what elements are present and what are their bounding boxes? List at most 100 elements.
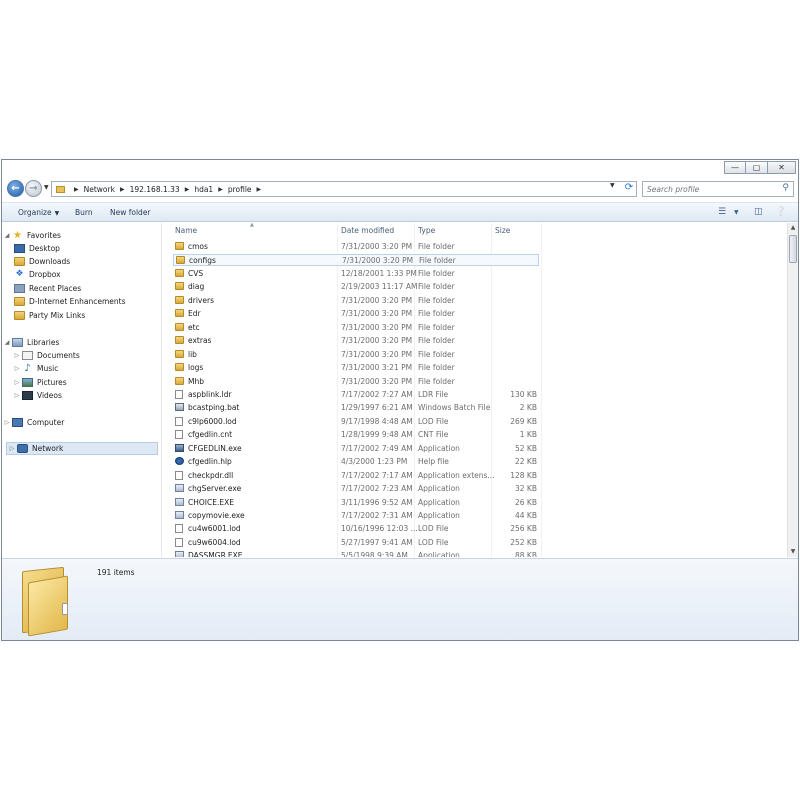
file-date: 3/11/1996 9:52 AM: [341, 497, 413, 507]
burn-button[interactable]: Burn: [75, 208, 93, 217]
maximize-button[interactable]: ▢: [746, 161, 768, 174]
table-row[interactable]: cu9w6004.lod 5/27/1997 9:41 AM LOD File 252…: [173, 537, 539, 549]
breadcrumb-current[interactable]: profile: [228, 185, 252, 194]
sidebar-item-party-mix-links[interactable]: Party Mix Links: [2, 309, 160, 322]
sidebar-item-d-internet-enhancements[interactable]: D-Internet Enhancements: [2, 295, 160, 308]
table-row[interactable]: etc 7/31/2000 3:20 PM File folder: [173, 322, 539, 334]
table-row[interactable]: chgServer.exe 7/17/2002 7:23 AM Applicatio…: [173, 483, 539, 495]
file-date: 7/31/2000 3:20 PM: [341, 242, 413, 251]
chevron-right-icon[interactable]: ▶: [74, 186, 79, 193]
table-row[interactable]: cfgedlin.hlp 4/3/2000 1:23 PM Help file 22 …: [173, 456, 539, 468]
sidebar-item-music[interactable]: ▷ ♪ Music: [2, 362, 160, 375]
column-header-size[interactable]: Size: [495, 226, 510, 235]
file-type: File folder: [418, 336, 455, 346]
forward-button[interactable]: →: [25, 180, 42, 197]
table-row[interactable]: cu4w6001.lod 10/16/1996 12:03 ... LOD File…: [173, 523, 539, 535]
table-row[interactable]: DASSMGR.EXE 5/5/1998 9:39 AM Application 88…: [173, 550, 539, 557]
table-row[interactable]: lib 7/31/2000 3:20 PM File folder: [173, 349, 539, 361]
recent-pages-dropdown[interactable]: ▼: [44, 184, 49, 191]
table-row[interactable]: CFGEDLIN.exe 7/17/2002 7:49 AM Application…: [173, 443, 539, 455]
table-row[interactable]: logs 7/31/2000 3:21 PM File folder: [173, 362, 539, 374]
chevron-right-icon[interactable]: ▶: [257, 186, 262, 193]
breadcrumb-network[interactable]: Network: [84, 185, 115, 194]
table-row[interactable]: CVS 12/18/2001 1:33 PM File folder: [173, 268, 539, 280]
column-divider[interactable]: [541, 223, 542, 557]
sidebar-item-downloads[interactable]: Downloads: [2, 255, 160, 268]
file-date: 7/31/2000 3:20 PM: [341, 309, 413, 319]
table-row[interactable]: copymovie.exe 7/17/2002 7:31 AM Applicatio…: [173, 510, 539, 522]
chevron-right-icon[interactable]: ▶: [120, 186, 125, 193]
sidebar-item-network[interactable]: ▷ Network: [6, 442, 158, 455]
search-box[interactable]: ⚲: [642, 181, 794, 197]
sidebar-item-dropbox[interactable]: ❖ Dropbox: [2, 268, 160, 281]
help-file-icon: [175, 457, 184, 466]
computer-icon: [12, 418, 23, 427]
sidebar-item-recent-places[interactable]: Recent Places: [2, 282, 160, 295]
table-row[interactable]: c9lp6000.lod 9/17/1998 4:48 AM LOD File 269…: [173, 416, 539, 428]
file-type: LOD File: [418, 416, 449, 426]
search-input[interactable]: [647, 184, 777, 194]
expand-icon[interactable]: ▷: [12, 365, 22, 372]
table-row[interactable]: aspblink.ldr 7/17/2002 7:27 AM LDR File 130…: [173, 389, 539, 401]
file-type: Application: [418, 443, 460, 453]
close-button[interactable]: ✕: [768, 161, 796, 174]
application-icon: [175, 511, 184, 519]
view-dropdown-icon[interactable]: ▼: [734, 209, 739, 216]
view-options-icon[interactable]: ☰: [718, 207, 726, 217]
table-row[interactable]: checkpdr.dll 7/17/2002 7:17 AM Application…: [173, 470, 539, 482]
table-row[interactable]: diag 2/19/2003 11:17 AM File folder: [173, 281, 539, 293]
breadcrumb-share[interactable]: hda1: [194, 185, 213, 194]
chevron-right-icon[interactable]: ▶: [185, 186, 190, 193]
address-bar[interactable]: ▶ Network ▶ 192.168.1.33 ▶ hda1 ▶ profil…: [51, 181, 637, 197]
expand-icon[interactable]: ▷: [12, 392, 22, 399]
expand-icon[interactable]: ▷: [12, 352, 22, 359]
column-header-name[interactable]: Name: [175, 226, 197, 235]
file-type: Application: [418, 511, 460, 520]
sidebar-item-desktop[interactable]: Desktop: [2, 242, 160, 255]
pictures-icon: [22, 378, 33, 387]
preview-pane-icon[interactable]: ◫: [754, 207, 763, 217]
search-icon[interactable]: ⚲: [782, 183, 789, 193]
expand-icon[interactable]: ▷: [2, 419, 12, 426]
address-dropdown[interactable]: ▼: [610, 182, 615, 189]
expand-icon[interactable]: ◢: [2, 339, 12, 346]
scroll-thumb[interactable]: [789, 235, 797, 263]
table-row[interactable]: configs 7/31/2000 3:20 PM File folder: [173, 254, 539, 267]
vertical-scrollbar[interactable]: ▲ ▼: [787, 223, 798, 557]
expand-icon[interactable]: ◢: [2, 232, 12, 239]
file-icon: [175, 470, 183, 480]
sidebar-item-pictures[interactable]: ▷ Pictures: [2, 376, 160, 389]
minimize-button[interactable]: —: [724, 161, 746, 174]
table-row[interactable]: cfgedlin.cnt 1/28/1999 9:48 AM CNT File 1 K…: [173, 429, 539, 441]
scroll-down-icon[interactable]: ▼: [788, 547, 798, 557]
file-date: 5/27/1997 9:41 AM: [341, 537, 413, 547]
expand-icon[interactable]: ▷: [7, 445, 17, 452]
table-row[interactable]: cmos 7/31/2000 3:20 PM File folder: [173, 241, 539, 253]
sidebar-item-favorites[interactable]: ◢ ★ Favorites: [2, 229, 160, 242]
back-button[interactable]: ←: [7, 180, 24, 197]
sidebar-item-libraries[interactable]: ◢ Libraries: [2, 336, 160, 349]
column-header-date[interactable]: Date modified: [341, 226, 394, 235]
table-row[interactable]: extras 7/31/2000 3:20 PM File folder: [173, 335, 539, 347]
table-row[interactable]: bcastping.bat 1/29/1997 6:21 AM Windows Ba…: [173, 402, 539, 414]
table-row[interactable]: Edr 7/31/2000 3:20 PM File folder: [173, 308, 539, 320]
sidebar-item-computer[interactable]: ▷ Computer: [2, 416, 160, 429]
new-folder-button[interactable]: New folder: [110, 208, 151, 217]
breadcrumb-host[interactable]: 192.168.1.33: [130, 185, 180, 194]
scroll-up-icon[interactable]: ▲: [788, 223, 798, 233]
column-header-type[interactable]: Type: [418, 226, 435, 235]
chevron-right-icon[interactable]: ▶: [218, 186, 223, 193]
help-icon[interactable]: ❔: [775, 207, 786, 217]
expand-icon[interactable]: ▷: [12, 379, 22, 386]
table-row[interactable]: Mhb 7/31/2000 3:20 PM File folder: [173, 376, 539, 388]
sidebar-item-documents[interactable]: ▷ Documents: [2, 349, 160, 362]
large-folder-icon: [22, 565, 68, 637]
sidebar-item-label: Downloads: [29, 257, 71, 266]
organize-button[interactable]: Organize ▼: [18, 208, 59, 217]
table-row[interactable]: CHOICE.EXE 3/11/1996 9:52 AM Application 26…: [173, 497, 539, 509]
table-row[interactable]: drivers 7/31/2000 3:20 PM File folder: [173, 295, 539, 307]
folder-icon: [14, 297, 25, 306]
folder-icon: [14, 311, 25, 320]
sidebar-item-videos[interactable]: ▷ Videos: [2, 389, 160, 402]
refresh-button[interactable]: ⟳: [622, 180, 636, 194]
